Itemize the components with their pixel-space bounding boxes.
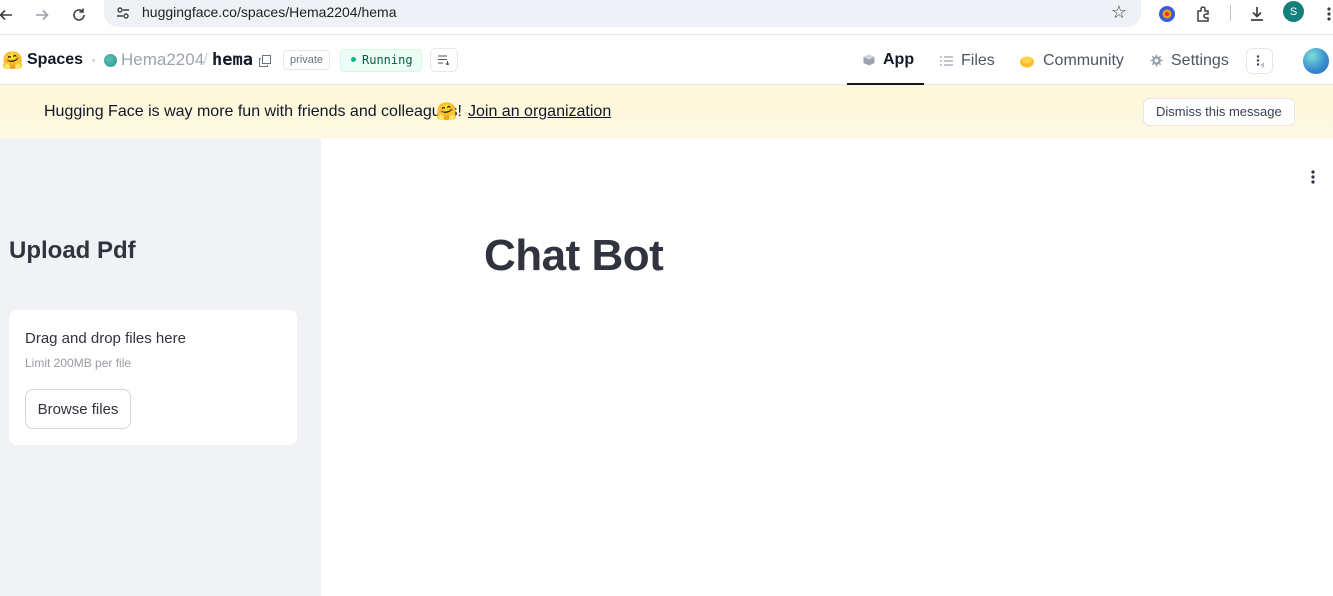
app-sidebar: Upload Pdf Drag and drop files here Limi… [0, 139, 321, 596]
hugging-emoji-icon: 🤗 [436, 102, 458, 121]
tab-settings[interactable]: Settings [1150, 36, 1229, 85]
uploader-limit: Limit 200MB per file [25, 356, 132, 370]
extension-icon[interactable] [1156, 3, 1178, 25]
tab-community[interactable]: Community [1019, 36, 1124, 85]
download-icon[interactable] [1246, 3, 1268, 25]
cube-icon [863, 54, 875, 66]
bookmark-star-icon[interactable]: ☆ [1111, 2, 1127, 23]
gear-icon [1150, 54, 1163, 67]
address-bar[interactable]: huggingface.co/spaces/Hema2204/hema ☆ [104, 0, 1141, 27]
more-options-icon [1256, 55, 1264, 68]
forward-icon[interactable] [30, 3, 54, 27]
status-dot-icon [351, 57, 356, 62]
banner-text: Hugging Face is way more fun with friend… [44, 103, 462, 120]
app-main: Chat Bot [321, 139, 1333, 596]
uploader-instruction: Drag and drop files here [25, 330, 186, 347]
extensions-puzzle-icon[interactable] [1193, 3, 1215, 25]
address-url[interactable]: huggingface.co/spaces/Hema2204/hema [142, 4, 397, 20]
tab-label: App [883, 50, 915, 68]
browse-files-button[interactable]: Browse files [25, 389, 131, 429]
path-separator: / [203, 50, 208, 69]
profile-avatar[interactable]: S [1283, 1, 1304, 22]
dismiss-message-button[interactable]: Dismiss this message [1143, 98, 1295, 126]
page-title: Chat Bot [484, 231, 664, 280]
logs-button[interactable] [430, 48, 458, 72]
file-uploader-dropzone[interactable]: Drag and drop files here Limit 200MB per… [9, 310, 297, 445]
reload-icon[interactable] [67, 3, 91, 27]
browser-menu-icon[interactable] [1318, 3, 1333, 25]
community-icon [1019, 54, 1035, 68]
copy-icon[interactable] [259, 54, 271, 67]
user-avatar[interactable] [1303, 48, 1329, 74]
tab-label: Community [1043, 51, 1124, 69]
owner-avatar[interactable] [104, 54, 117, 67]
visibility-badge: private [283, 50, 331, 70]
browser-toolbar: huggingface.co/spaces/Hema2204/hema ☆ S [0, 0, 1333, 35]
status-badge[interactable]: Running [340, 49, 422, 72]
sidebar-title: Upload Pdf [9, 237, 136, 264]
tab-label: Files [961, 51, 995, 69]
files-icon [939, 55, 953, 67]
site-info-icon[interactable] [114, 4, 132, 22]
toolbar-divider [1230, 5, 1231, 21]
status-label: Running [362, 53, 413, 67]
logs-icon [438, 55, 450, 65]
tab-label: Settings [1171, 51, 1229, 69]
back-icon[interactable] [0, 3, 18, 27]
owner-link[interactable]: Hema2204 [121, 50, 204, 70]
header-divider [92, 59, 95, 62]
tab-files[interactable]: Files [939, 36, 995, 85]
repo-name-link[interactable]: hema [212, 50, 253, 70]
org-promo-banner: Hugging Face is way more fun with friend… [0, 85, 1333, 139]
space-header: 🤗 Spaces Hema2204 / hema private Running… [0, 36, 1333, 85]
app-menu-icon[interactable] [1303, 167, 1323, 187]
more-options-button[interactable] [1246, 48, 1273, 74]
hugging-face-logo-icon[interactable]: 🤗 [2, 51, 23, 71]
join-organization-link[interactable]: Join an organization [468, 103, 611, 121]
spaces-link[interactable]: Spaces [27, 51, 83, 69]
tab-app[interactable]: App [847, 36, 924, 85]
